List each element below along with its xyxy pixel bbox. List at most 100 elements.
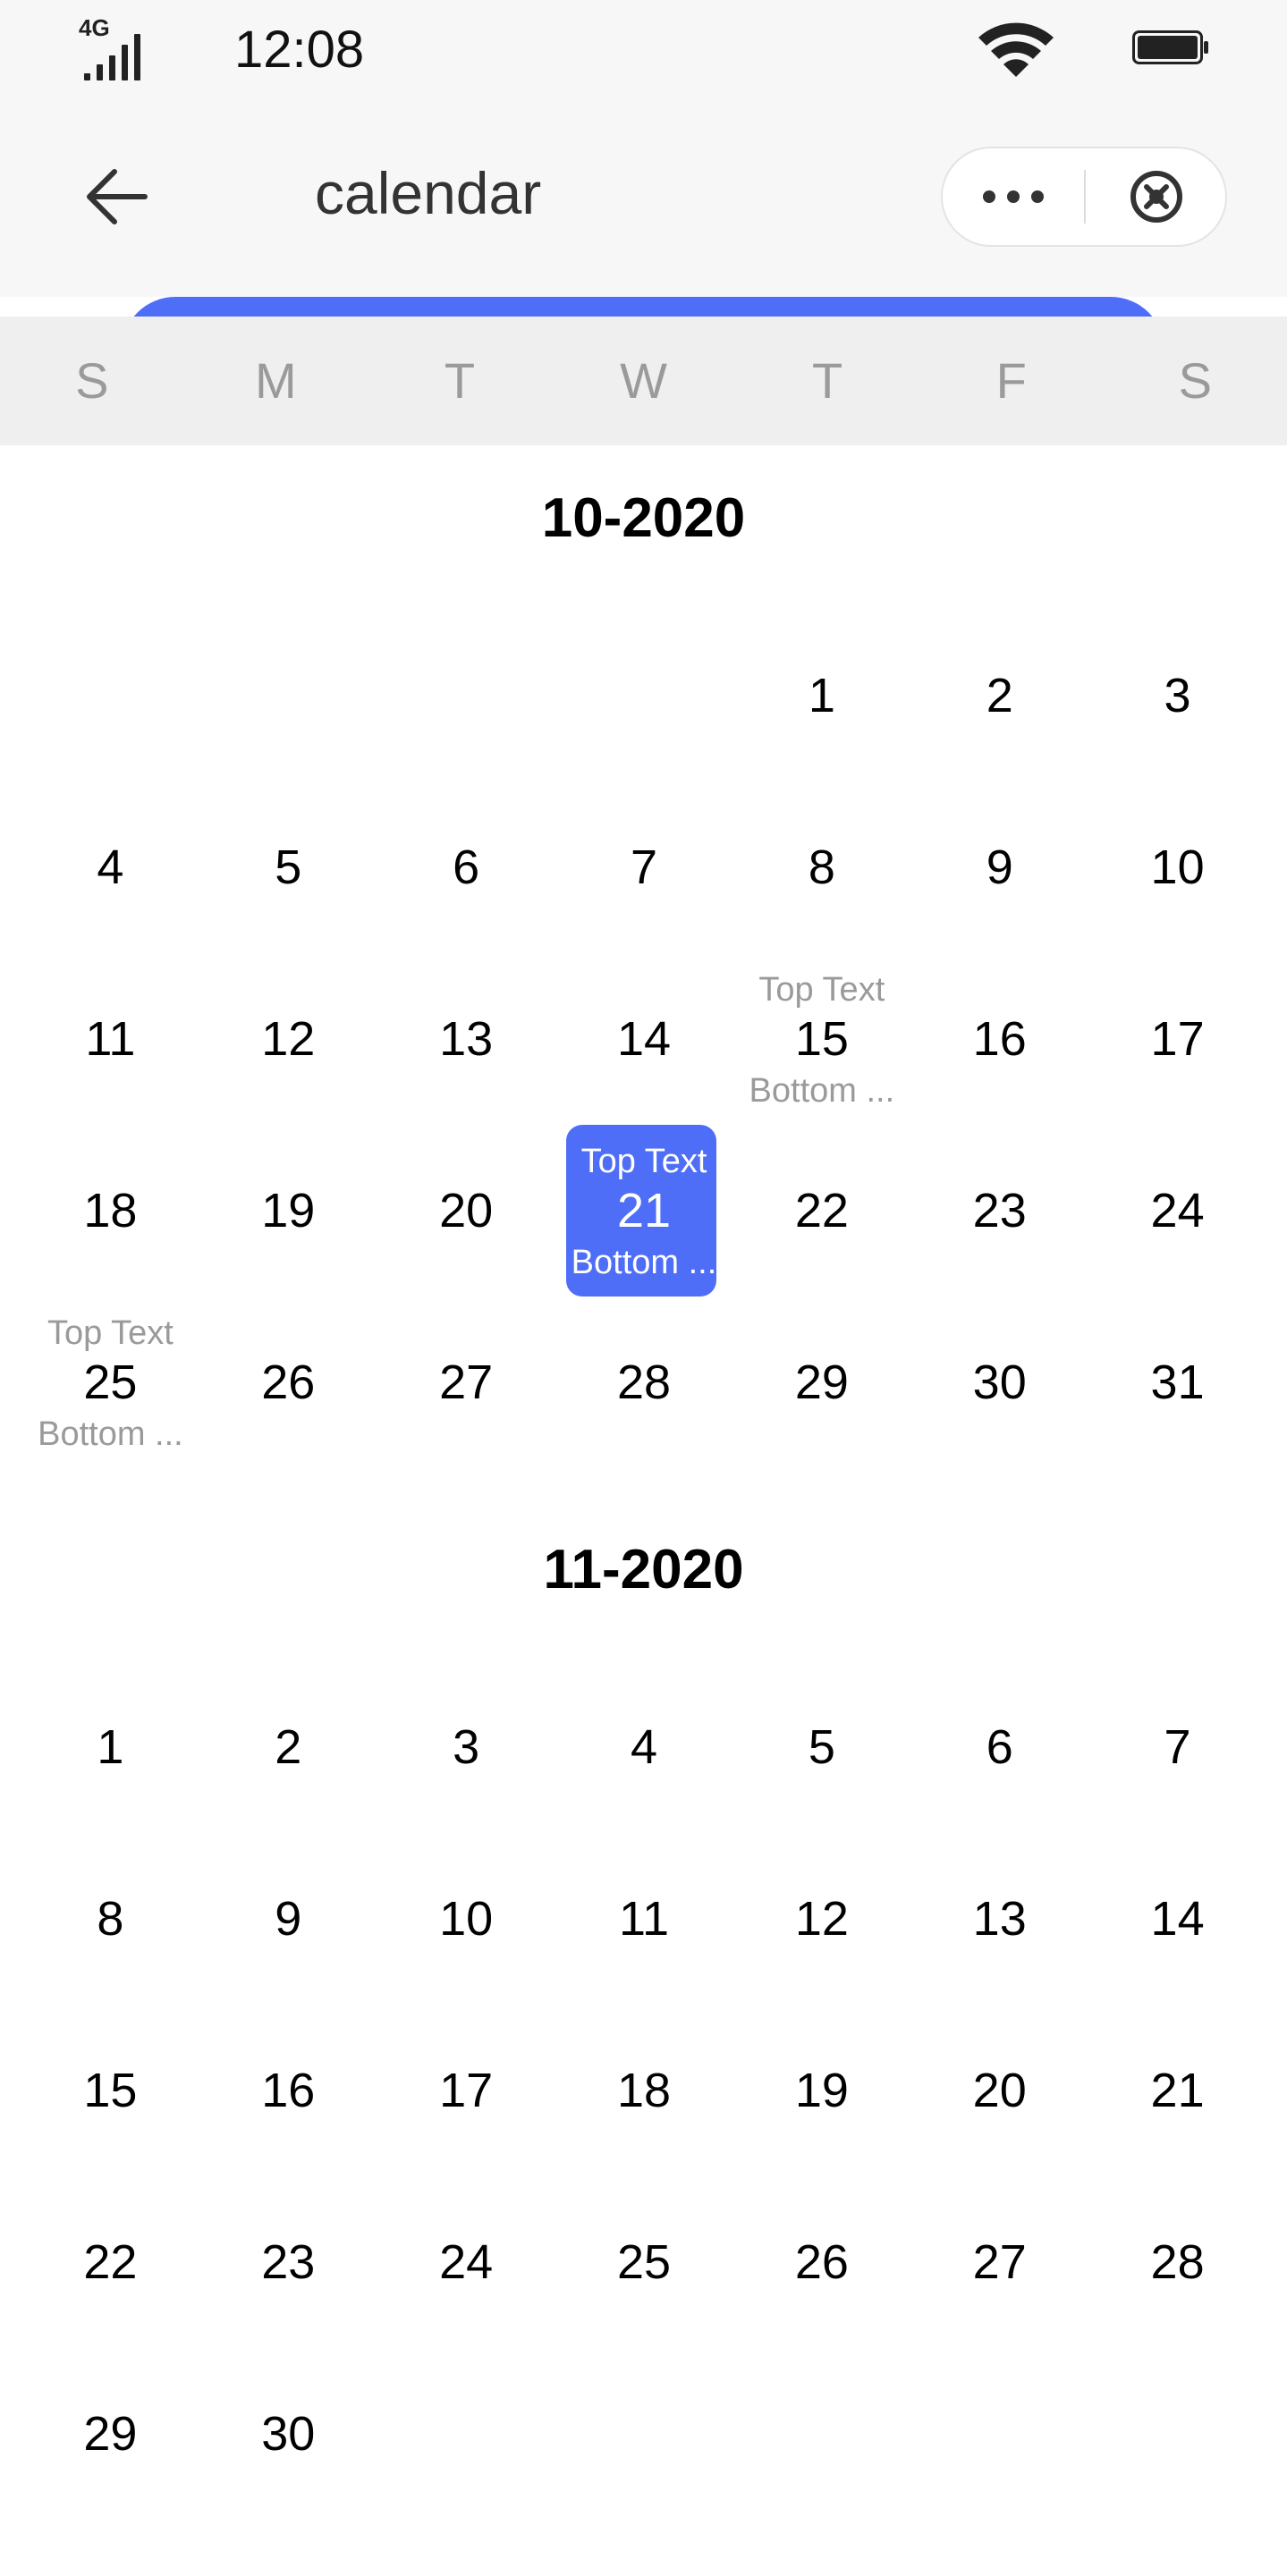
day-cell[interactable]: 29	[732, 1296, 910, 1468]
day-cell-selected[interactable]: Top Text 21 Bottom ...	[555, 1125, 733, 1296]
day-cell[interactable]: 13	[910, 1833, 1088, 2005]
day-cell[interactable]: 23	[910, 1125, 1088, 1296]
day-cell[interactable]: 5	[199, 781, 377, 953]
day-cell[interactable]: 17	[377, 2005, 555, 2176]
day-number: 12	[261, 1012, 316, 1066]
day-cell[interactable]: 9	[199, 1833, 377, 2005]
day-cell[interactable]: 22	[21, 2176, 199, 2348]
day-cell[interactable]: 27	[910, 2176, 1088, 2348]
day-cell[interactable]: 18	[555, 2005, 733, 2176]
day-cell[interactable]: 3	[377, 1661, 555, 1833]
month-title: 10-2020	[541, 487, 746, 549]
day-cell[interactable]: 23	[199, 2176, 377, 2348]
day-cell[interactable]: 28	[555, 1296, 733, 1468]
day-cell[interactable]: 5	[732, 1661, 910, 1833]
back-arrow-icon[interactable]	[82, 163, 150, 231]
day-cell[interactable]: 14	[1088, 1833, 1266, 2005]
day-number: 10	[1150, 840, 1205, 894]
day-cell[interactable]: 7	[555, 781, 733, 953]
day-cell[interactable]: 24	[1088, 1125, 1266, 1296]
day-number: 27	[972, 2235, 1027, 2289]
day-number: 2	[986, 669, 1013, 722]
day-cell[interactable]: 2	[910, 610, 1088, 781]
day-cell[interactable]: 1	[732, 610, 910, 781]
day-cell[interactable]: 8	[732, 781, 910, 953]
day-number: 17	[439, 2064, 494, 2117]
day-cell[interactable]: 7	[1088, 1661, 1266, 1833]
day-cell[interactable]: 12	[732, 1833, 910, 2005]
day-number: 31	[1150, 1356, 1205, 1409]
more-dots-icon[interactable]	[943, 148, 1084, 245]
day-cell[interactable]: Top Text 15 Bottom ...	[732, 953, 910, 1125]
day-cell[interactable]: 9	[910, 781, 1088, 953]
day-cell[interactable]: 2	[199, 1661, 377, 1833]
day-cell[interactable]: 13	[377, 953, 555, 1125]
day-number: 23	[261, 2235, 316, 2289]
day-cell[interactable]: 4	[21, 781, 199, 953]
day-number: 6	[453, 840, 480, 894]
day-cell[interactable]: Top Text 25 Bottom ...	[21, 1296, 199, 1468]
day-cell[interactable]: 1	[21, 1661, 199, 1833]
close-circle-icon[interactable]	[1086, 148, 1227, 245]
day-cell[interactable]: 22	[732, 1125, 910, 1296]
day-cell[interactable]: 18	[21, 1125, 199, 1296]
empty-day-cell	[555, 610, 733, 781]
day-number: 12	[794, 1892, 849, 1946]
day-cell[interactable]: 30	[910, 1296, 1088, 1468]
day-top-text: Top Text	[580, 1143, 707, 1180]
day-cell[interactable]: 12	[199, 953, 377, 1125]
day-cell[interactable]: 27	[377, 1296, 555, 1468]
day-bottom-text: Bottom ...	[38, 1415, 183, 1453]
day-number: 5	[808, 1720, 835, 1774]
day-cell[interactable]: 4	[555, 1661, 733, 1833]
day-grid: 1 2 3 4 5 6 7 8 9 10 11 12 13 14 Top Text 15 Bottom ... 1…	[21, 610, 1266, 1468]
day-cell[interactable]: 31	[1088, 1296, 1266, 1468]
day-number: 11	[618, 1892, 670, 1946]
day-cell[interactable]: 20	[377, 1125, 555, 1296]
day-cell[interactable]: 24	[377, 2176, 555, 2348]
day-cell[interactable]: 19	[199, 1125, 377, 1296]
day-cell[interactable]: 11	[21, 953, 199, 1125]
day-cell[interactable]: 16	[199, 2005, 377, 2176]
day-number: 11	[85, 1012, 136, 1066]
day-number: 20	[439, 1184, 494, 1237]
day-number: 26	[261, 1356, 316, 1409]
day-number: 19	[261, 1184, 316, 1237]
day-cell[interactable]: 8	[21, 1833, 199, 2005]
day-number: 16	[972, 1012, 1027, 1066]
day-cell[interactable]: 16	[910, 953, 1088, 1125]
day-number: 20	[972, 2064, 1027, 2117]
day-cell[interactable]: 10	[377, 1833, 555, 2005]
day-cell[interactable]: 30	[199, 2348, 377, 2520]
day-cell[interactable]: 17	[1088, 953, 1266, 1125]
day-cell[interactable]: 26	[199, 1296, 377, 1468]
day-number: 8	[808, 840, 835, 894]
day-cell[interactable]: 29	[21, 2348, 199, 2520]
day-cell[interactable]: 25	[555, 2176, 733, 2348]
day-number: 9	[986, 840, 1013, 894]
day-number: 15	[83, 2064, 138, 2117]
status-time: 12:08	[234, 21, 365, 79]
day-cell[interactable]: 28	[1088, 2176, 1266, 2348]
day-number: 18	[83, 1184, 138, 1237]
day-cell[interactable]: 26	[732, 2176, 910, 2348]
day-cell[interactable]: 21	[1088, 2005, 1266, 2176]
day-cell[interactable]: 19	[732, 2005, 910, 2176]
day-number: 24	[439, 2235, 494, 2289]
day-number: 13	[972, 1892, 1027, 1946]
day-number: 27	[439, 1356, 494, 1409]
weekday-header: S M T W T F S	[0, 317, 1287, 445]
day-cell[interactable]: 6	[377, 781, 555, 953]
day-cell[interactable]: 11	[555, 1833, 733, 2005]
day-number: 15	[794, 1012, 849, 1066]
battery-icon	[1132, 30, 1208, 64]
day-number: 18	[616, 2064, 672, 2117]
day-cell[interactable]: 15	[21, 2005, 199, 2176]
day-cell[interactable]: 3	[1088, 610, 1266, 781]
day-number: 21	[1150, 2064, 1205, 2117]
day-cell[interactable]: 20	[910, 2005, 1088, 2176]
day-cell[interactable]: 6	[910, 1661, 1088, 1833]
day-cell[interactable]: 10	[1088, 781, 1266, 953]
day-number: 19	[794, 2064, 849, 2117]
day-cell[interactable]: 14	[555, 953, 733, 1125]
